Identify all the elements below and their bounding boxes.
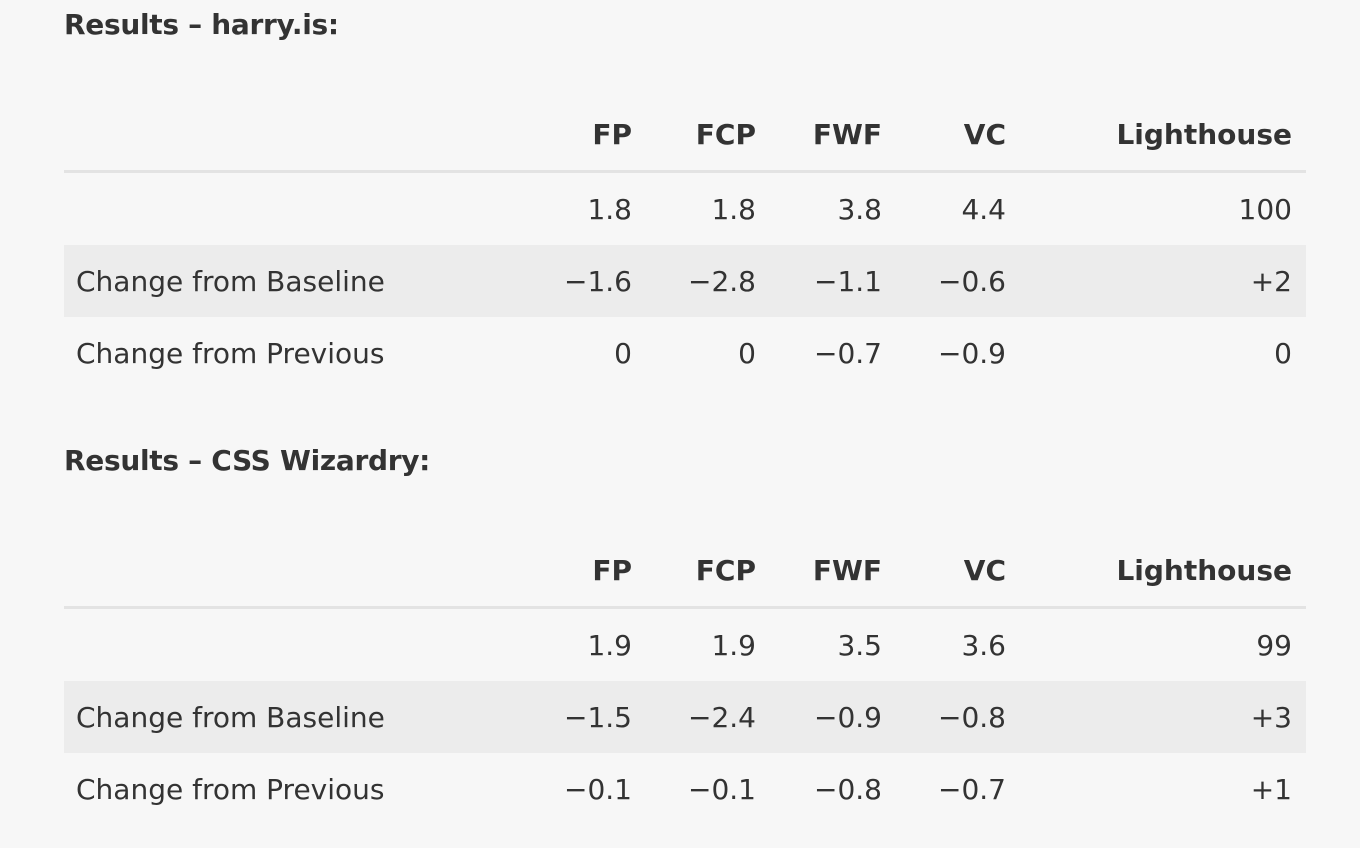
table-row: 1.9 1.9 3.5 3.6 99: [64, 608, 1306, 682]
section-heading: Results – CSS Wizardry:: [64, 444, 431, 477]
table-row: Change from Baseline −1.5 −2.4 −0.9 −0.8…: [64, 681, 1306, 753]
results-table: FP FCP FWF VC Lighthouse 1.9 1.9 3.5 3.6…: [64, 534, 1306, 825]
cell-lighthouse: +2: [1020, 245, 1306, 317]
table-row: 1.8 1.8 3.8 4.4 100: [64, 172, 1306, 246]
column-header-fwf: FWF: [770, 98, 896, 173]
cell-fp: 0: [614, 336, 632, 370]
cell-fp: −1.5: [526, 681, 646, 753]
results-table: FP FCP FWF VC Lighthouse 1.8 1.8 3.8 4.4…: [64, 98, 1306, 389]
column-header-vc: VC: [896, 534, 1020, 609]
row-label: Change from Previous: [76, 336, 385, 370]
column-header-fp: FP: [526, 534, 646, 609]
cell-vc: −0.7: [938, 772, 1006, 806]
row-label: [64, 172, 526, 246]
cell-fcp: 1.9: [711, 628, 756, 662]
row-label: [64, 608, 526, 682]
cell-fwf: 3.5: [837, 628, 882, 662]
column-header-blank: [64, 534, 526, 609]
cell-fcp: −2.4: [646, 681, 770, 753]
column-header-lighthouse: Lighthouse: [1020, 98, 1306, 173]
cell-fp: 1.8: [587, 192, 632, 226]
cell-fp: −0.1: [564, 772, 632, 806]
cell-fwf: −0.9: [770, 681, 896, 753]
cell-lighthouse: 99: [1256, 628, 1292, 662]
table-row: Change from Baseline −1.6 −2.8 −1.1 −0.6…: [64, 245, 1306, 317]
cell-fcp: −2.8: [646, 245, 770, 317]
row-label: Change from Baseline: [64, 245, 526, 317]
cell-fwf: 3.8: [837, 192, 882, 226]
column-header-fp: FP: [526, 98, 646, 173]
section-heading: Results – harry.is:: [64, 8, 339, 41]
table-row: Change from Previous −0.1 −0.1 −0.8 −0.7…: [64, 753, 1306, 825]
cell-fcp: 1.8: [711, 192, 756, 226]
row-label: Change from Baseline: [64, 681, 526, 753]
cell-vc: −0.9: [938, 336, 1006, 370]
cell-lighthouse: +3: [1020, 681, 1306, 753]
column-header-lighthouse: Lighthouse: [1020, 534, 1306, 609]
row-label: Change from Previous: [76, 772, 385, 806]
column-header-vc: VC: [896, 98, 1020, 173]
cell-vc: −0.8: [896, 681, 1020, 753]
cell-vc: −0.6: [896, 245, 1020, 317]
cell-lighthouse: 100: [1238, 192, 1292, 226]
column-header-fcp: FCP: [646, 98, 770, 173]
cell-fwf: −1.1: [770, 245, 896, 317]
column-header-blank: [64, 98, 526, 173]
cell-vc: 3.6: [961, 628, 1006, 662]
cell-fp: −1.6: [526, 245, 646, 317]
table-header-row: FP FCP FWF VC Lighthouse: [64, 534, 1306, 609]
cell-fp: 1.9: [587, 628, 632, 662]
cell-vc: 4.4: [961, 192, 1006, 226]
cell-fcp: −0.1: [688, 772, 756, 806]
cell-fcp: 0: [738, 336, 756, 370]
column-header-fwf: FWF: [770, 534, 896, 609]
column-header-fcp: FCP: [646, 534, 770, 609]
cell-fwf: −0.7: [814, 336, 882, 370]
cell-fwf: −0.8: [814, 772, 882, 806]
cell-lighthouse: 0: [1274, 336, 1292, 370]
cell-lighthouse: +1: [1250, 772, 1292, 806]
table-row: Change from Previous 0 0 −0.7 −0.9 0: [64, 317, 1306, 389]
table-header-row: FP FCP FWF VC Lighthouse: [64, 98, 1306, 173]
